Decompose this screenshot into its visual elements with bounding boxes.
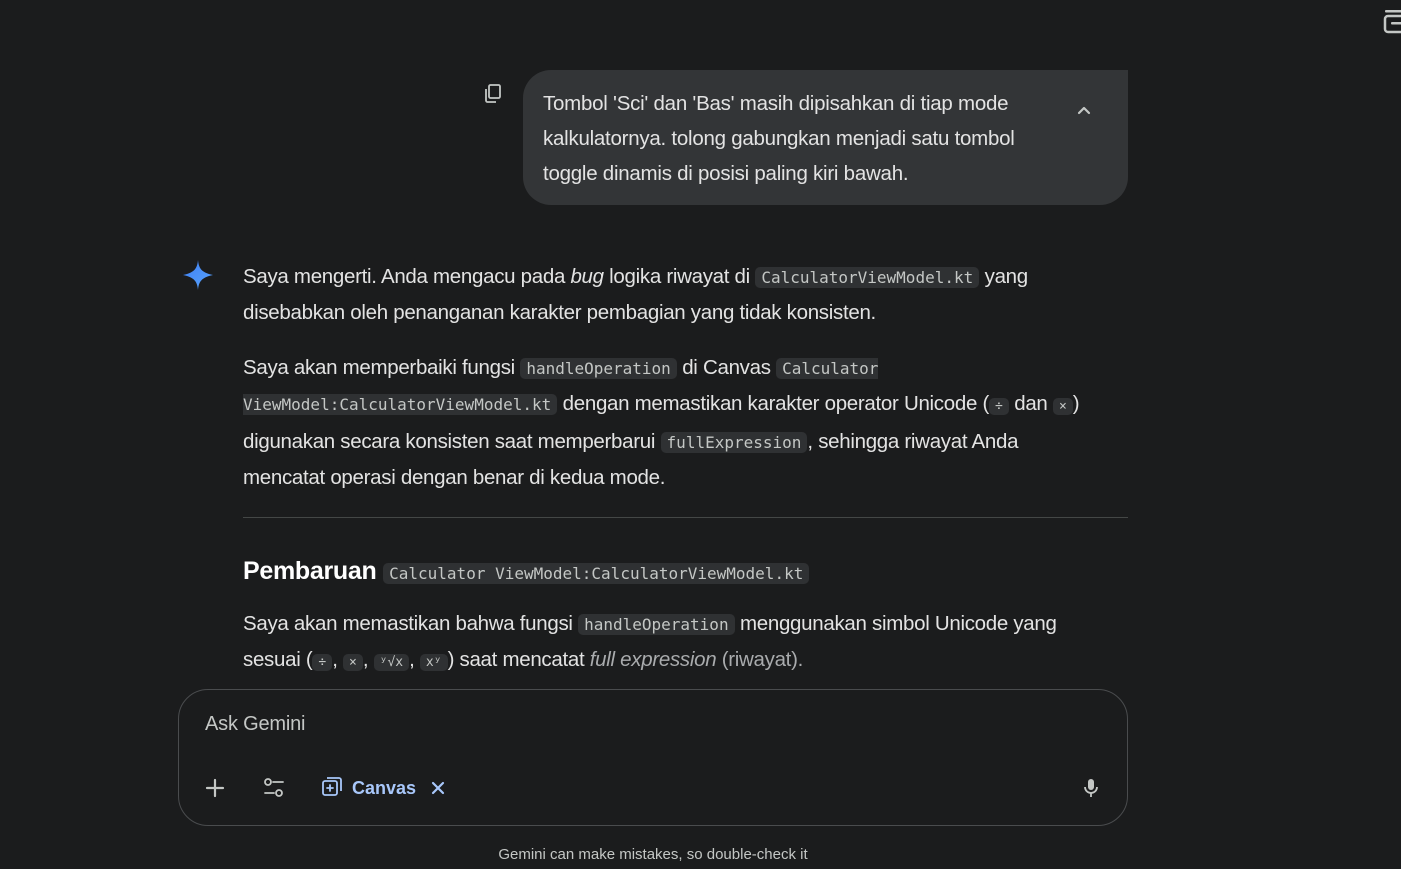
text-segment: , xyxy=(332,648,344,671)
user-message-text: Tombol 'Sci' dan 'Bas' masih dipisahkan … xyxy=(543,92,1015,185)
text-segment: dengan memastikan karakter operator Unic… xyxy=(557,392,990,415)
tools-icon[interactable] xyxy=(262,776,286,800)
heading-code: Calculator ViewModel:CalculatorViewModel… xyxy=(383,563,810,584)
text-segment: di Canvas xyxy=(676,356,777,379)
mic-icon[interactable] xyxy=(1079,776,1103,800)
window-menu-icon[interactable] xyxy=(1383,6,1401,34)
inline-code: ÷ xyxy=(312,654,333,671)
text-segment: (riwayat). xyxy=(716,648,804,671)
inline-code: handleOperation xyxy=(520,358,677,379)
prompt-input-box[interactable]: Ask Gemini Canvas xyxy=(178,689,1128,826)
text-segment: dan xyxy=(1008,392,1053,415)
inline-code: ʸ√x xyxy=(373,654,410,671)
heading-text: Pembaruan xyxy=(243,557,377,585)
plus-icon[interactable] xyxy=(203,776,227,800)
inline-code: xʸ xyxy=(419,654,448,671)
canvas-tool-chip[interactable]: Canvas xyxy=(320,774,446,802)
text-segment: Saya akan memastikan bahwa fungsi xyxy=(243,612,579,635)
section-heading: Pembaruan Calculator ViewModel:Calculato… xyxy=(243,554,1128,591)
inline-code: fullExpression xyxy=(660,432,808,453)
response-paragraph-3: Saya akan memastikan bahwa fungsi handle… xyxy=(243,606,1113,680)
gemini-sparkle-icon xyxy=(182,259,214,291)
text-segment: , xyxy=(362,648,374,671)
canvas-label: Canvas xyxy=(352,777,417,798)
canvas-icon xyxy=(320,774,344,803)
response-paragraph-2: Saya akan memperbaiki fungsi handleOpera… xyxy=(243,350,1103,495)
inline-code: CalculatorViewModel.kt xyxy=(755,267,980,288)
divider xyxy=(243,517,1128,518)
close-icon[interactable] xyxy=(430,780,446,796)
chevron-up-icon[interactable] xyxy=(1072,98,1096,122)
text-segment: , xyxy=(409,648,420,671)
text-segment: ) saat mencatat xyxy=(447,648,590,671)
disclaimer-text: Gemini can make mistakes, so double-chec… xyxy=(498,846,808,863)
text-segment: Saya akan memperbaiki fungsi xyxy=(243,356,521,379)
emphasis-text: bug xyxy=(570,265,604,288)
text-segment: Saya mengerti. Anda mengacu pada xyxy=(243,265,571,288)
inline-code: handleOperation xyxy=(578,614,735,635)
inline-code: × xyxy=(1052,398,1073,415)
response-paragraph-1: Saya mengerti. Anda mengacu pada bug log… xyxy=(243,259,1073,330)
text-segment: logika riwayat di xyxy=(603,265,756,288)
response-content: Saya mengerti. Anda mengacu pada bug log… xyxy=(243,259,1128,680)
emphasis-text: full expression xyxy=(589,648,717,671)
copy-icon[interactable] xyxy=(482,82,504,104)
user-message-bubble: Tombol 'Sci' dan 'Bas' masih dipisahkan … xyxy=(523,70,1128,205)
user-message-row: Tombol 'Sci' dan 'Bas' masih dipisahkan … xyxy=(482,70,1128,205)
inline-code: × xyxy=(343,654,363,671)
inline-code: ÷ xyxy=(989,398,1009,415)
prompt-input[interactable]: Ask Gemini xyxy=(205,713,305,736)
